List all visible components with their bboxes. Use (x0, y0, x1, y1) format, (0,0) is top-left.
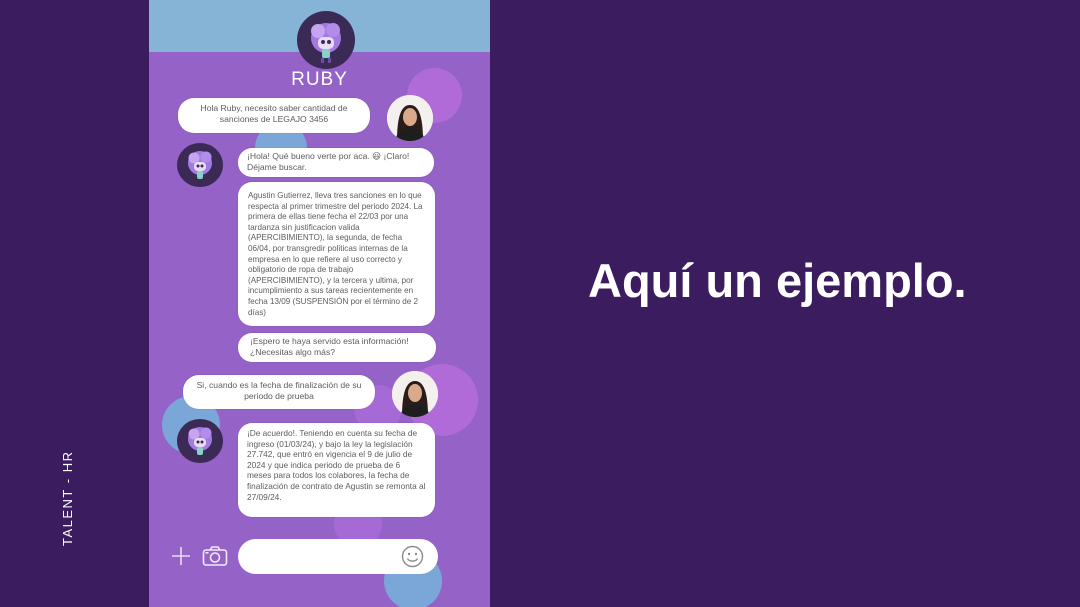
chat-message-bot: ¡Espero te haya servido esta información… (238, 333, 436, 362)
message-text: Agustin Gutierrez, lleva tres sanciones … (248, 191, 423, 317)
chat-message-bot: ¡De acuerdo!. Teniendo en cuenta su fech… (238, 423, 435, 517)
user-photo (387, 95, 433, 141)
message-text: ¡Hola! Qué bueno verte por aca. 😃 ¡Claro… (247, 151, 410, 173)
robot-icon (188, 151, 212, 179)
chat-phone-screen: RUBY Hola Ruby, necesito saber cantidad … (149, 0, 490, 607)
chat-message-bot: ¡Hola! Qué bueno verte por aca. 😃 ¡Claro… (238, 148, 434, 177)
ruby-avatar-small (177, 143, 223, 187)
chat-message-user: Si, cuando es la fecha de finalización d… (183, 375, 375, 409)
plus-icon[interactable] (171, 546, 191, 566)
camera-icon[interactable] (202, 545, 228, 567)
emoji-icon[interactable] (401, 545, 424, 568)
user-photo (392, 371, 438, 417)
chat-message-bot: Agustin Gutierrez, lleva tres sanciones … (238, 182, 435, 326)
message-text: Hola Ruby, necesito saber cantidad de sa… (200, 103, 348, 125)
app-title: RUBY (291, 69, 348, 90)
ruby-avatar-small (177, 419, 223, 463)
side-label: TALENT - HR (60, 450, 75, 546)
message-text: ¡De acuerdo!. Teniendo en cuenta su fech… (247, 428, 426, 502)
robot-icon (188, 427, 212, 455)
chat-message-user: Hola Ruby, necesito saber cantidad de sa… (178, 98, 370, 133)
robot-icon (311, 23, 341, 63)
user-avatar (392, 371, 438, 417)
message-text: ¡Espero te haya servido esta información… (250, 336, 409, 358)
headline: Aquí un ejemplo. (588, 254, 967, 307)
message-text: Si, cuando es la fecha de finalización d… (196, 380, 362, 402)
ruby-avatar (297, 11, 355, 69)
user-avatar (387, 95, 433, 141)
